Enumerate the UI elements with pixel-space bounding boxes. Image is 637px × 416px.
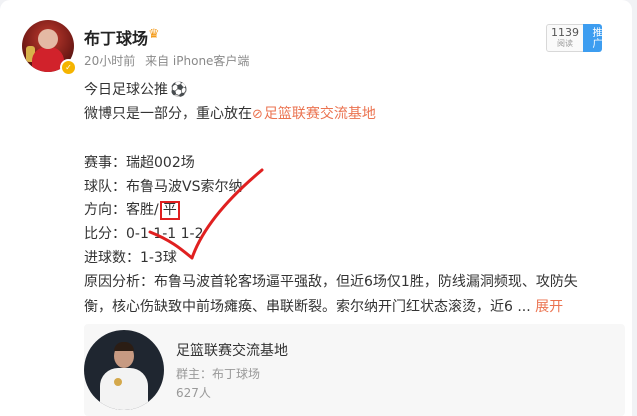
post-title: 今日足球公推 (84, 82, 168, 98)
post-title-line: 今日足球公推 ⚽ (84, 79, 187, 99)
direction-line: 方向：客胜/平 (84, 199, 180, 220)
match-line: 赛事：瑞超002场 (84, 152, 195, 172)
analysis-line-1: 原因分析：布鲁马波首轮客场逼平强敌，但近6场仅1胜，防线漏洞频现、攻防失 (84, 274, 578, 290)
match-label: 赛事： (84, 155, 126, 171)
group-avatar[interactable] (84, 330, 164, 410)
expand-link[interactable]: 展开 (535, 299, 563, 315)
direction-label: 方向： (84, 202, 126, 218)
group-name[interactable]: 足篮联赛交流基地 (176, 340, 288, 360)
views-label: 阅读 (557, 39, 573, 48)
group-owner: 群主：布丁球场 (176, 367, 261, 381)
teams-label: 球队： (84, 179, 126, 195)
teams-value: 布鲁马波VS索尔纳 (126, 179, 243, 195)
group-card[interactable]: 足篮联赛交流基地 群主：布丁球场 627人 (84, 324, 625, 416)
views-counter: 1139 阅读 (546, 24, 584, 52)
promote-button[interactable]: 推广 (583, 24, 602, 52)
match-value: 瑞超002场 (126, 155, 195, 171)
teams-line: 球队：布鲁马波VS索尔纳 (84, 176, 242, 196)
post-time[interactable]: 20小时前 (84, 54, 135, 68)
verified-badge-icon: ✓ (60, 59, 77, 76)
avatar-figure-head (38, 29, 58, 49)
analysis-line-2: 衡，核心伤缺致中前场瘫痪、串联断裂。索尔纳开门红状态滚烫，近6 ... 展开 (84, 296, 563, 316)
group-avatar-hair (114, 342, 134, 351)
analysis-text-2: 衡，核心伤缺致中前场瘫痪、串联断裂。索尔纳开门红状态滚烫，近6 ... (84, 299, 531, 315)
group-link[interactable]: 足篮联赛交流基地 (264, 106, 376, 122)
goals-line: 进球数：1-3球 (84, 247, 177, 267)
score-value: 0-1 1-1 1-2 (126, 226, 204, 242)
link-icon: ⊘ (252, 107, 263, 122)
crown-icon: ♛ (148, 27, 160, 42)
intro-text: 微博只是一部分，重心放在 (84, 106, 252, 122)
post-meta: 20小时前 来自 iPhone客户端 (84, 52, 255, 69)
score-label: 比分： (84, 226, 126, 242)
group-member-count: 627人 (176, 386, 211, 400)
soccer-ball-icon: ⚽ (170, 82, 188, 98)
group-avatar-shirt (100, 368, 148, 410)
views-count: 1139 (551, 26, 579, 39)
weibo-post-card: ✓ 布丁球场 ♛ 20小时前 来自 iPhone客户端 1139 阅读 推广 今… (0, 0, 632, 416)
group-avatar-crest (114, 378, 122, 386)
direction-value-a: 客胜/ (126, 202, 159, 218)
goals-label: 进球数： (84, 250, 140, 266)
post-source: 来自 iPhone客户端 (145, 54, 250, 68)
score-line: 比分：0-1 1-1 1-2 (84, 223, 204, 243)
direction-highlight-box: 平 (159, 201, 180, 220)
intro-line: 微博只是一部分，重心放在⊘足篮联赛交流基地 (84, 103, 376, 123)
page-scrollbar[interactable] (632, 0, 637, 416)
author-name[interactable]: 布丁球场 (84, 25, 148, 49)
goals-value: 1-3球 (140, 250, 177, 266)
